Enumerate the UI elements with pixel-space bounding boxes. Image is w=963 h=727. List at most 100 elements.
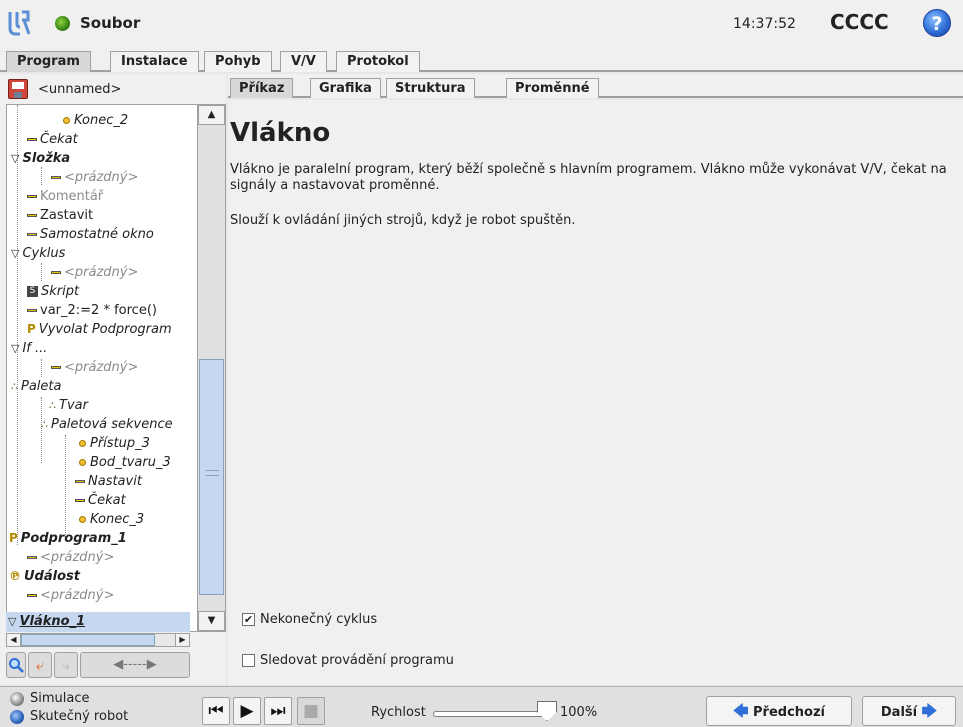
scroll-thumb[interactable] <box>199 359 224 595</box>
tree-item-empty[interactable]: <prázdný> <box>51 263 138 282</box>
waypoint-icon <box>79 440 86 447</box>
bottom-bar: Simulace Skutečný robot ⏮ ▶ ⏭ ■ Rychlost… <box>0 686 963 727</box>
tab-program[interactable]: Program <box>6 51 91 72</box>
command-panel: Vlákno Vlákno je paralelní program, kter… <box>228 100 963 685</box>
tree-item-zastavit[interactable]: Zastavit <box>27 206 93 225</box>
previous-button[interactable]: 🡄 Předchozí <box>706 696 852 726</box>
tree-item-cekat[interactable]: Čekat <box>27 130 78 149</box>
tree-connector <box>17 105 18 545</box>
scroll-up-icon[interactable]: ▲ <box>198 105 225 125</box>
event-icon: ℗ <box>9 569 21 583</box>
pallet-sequence-icon: ∴ <box>41 418 48 431</box>
tree-item-udalost[interactable]: ℗ Událost <box>9 567 80 586</box>
empty-icon <box>27 556 37 559</box>
follow-execution-checkbox[interactable] <box>242 654 255 667</box>
tree-toolbar: ⤶ ⤷ ◀-----▶ <box>6 652 190 680</box>
tree-item-pristup-3[interactable]: Přístup_3 <box>79 434 150 453</box>
next-button[interactable]: Další 🡆 <box>862 696 956 726</box>
mode-simulation[interactable]: Simulace <box>10 690 90 708</box>
undo-icon[interactable]: ⤶ <box>28 652 52 678</box>
save-icon[interactable] <box>8 79 28 99</box>
subprogram-icon: P <box>27 322 36 336</box>
tree-item-paleta[interactable]: ∴ Paleta <box>11 377 61 396</box>
tree-item-konec-2[interactable]: Konec_2 <box>63 111 128 130</box>
loop-collapse-icon: ▽ <box>11 247 20 260</box>
pattern-icon: ∴ <box>49 399 56 412</box>
tree-item-empty[interactable]: <prázdný> <box>51 358 138 377</box>
file-menu[interactable]: Soubor <box>80 14 140 32</box>
tab-move[interactable]: Pohyb <box>204 51 272 72</box>
program-tree[interactable]: Konec_2 Čekat ▽ Složka <prázdný> Komentář… <box>6 104 226 632</box>
real-robot-radio-icon[interactable] <box>10 709 24 724</box>
tree-item-cekat-2[interactable]: Čekat <box>75 491 126 510</box>
search-icon[interactable] <box>6 652 26 678</box>
step-icon[interactable]: ⏭ <box>264 697 292 725</box>
empty-icon <box>27 594 37 597</box>
tree-item-bod-tvaru-3[interactable]: Bod_tvaru_3 <box>79 453 171 472</box>
tree-item-call-subprogram[interactable]: P Vyvolat Podprogram <box>27 320 172 339</box>
tree-connector <box>41 263 42 281</box>
infinite-loop-checkbox-row[interactable]: ✔ Nekonečný cyklus <box>242 610 377 630</box>
tree-item-if[interactable]: ▽ If ... <box>11 339 47 358</box>
tree-item-tvar[interactable]: ∴ Tvar <box>49 396 88 415</box>
program-name: <unnamed> <box>38 82 122 97</box>
arrow-right-icon: 🡆 <box>921 702 938 720</box>
help-icon[interactable]: ? <box>923 9 951 37</box>
empty-icon <box>51 176 61 179</box>
tab-installation[interactable]: Instalace <box>110 51 199 72</box>
set-icon <box>75 480 85 483</box>
if-collapse-icon: ▽ <box>11 342 20 355</box>
popup-icon <box>27 233 37 236</box>
scroll-down-icon[interactable]: ▼ <box>198 611 225 631</box>
infinite-loop-checkbox[interactable]: ✔ <box>242 613 255 626</box>
scroll-right-icon[interactable]: ▶ <box>175 634 189 646</box>
tree-item-slozka[interactable]: ▽ Složka <box>11 149 70 168</box>
tree-item-popup[interactable]: Samostatné okno <box>27 225 154 244</box>
speed-slider-thumb[interactable] <box>537 701 557 721</box>
rewind-icon[interactable]: ⏮ <box>202 697 230 725</box>
tree-item-skript[interactable]: S Skript <box>27 282 79 301</box>
robot-status-icon[interactable] <box>55 16 70 31</box>
tab-structure[interactable]: Struktura <box>386 78 475 98</box>
tree-item-empty[interactable]: <prázdný> <box>27 548 114 567</box>
empty-icon <box>51 271 61 274</box>
speed-label: Rychlost <box>371 705 426 720</box>
tab-graphics[interactable]: Grafika <box>310 78 381 98</box>
speed-slider[interactable] <box>433 711 553 717</box>
follow-execution-checkbox-row[interactable]: Sledovat provádění programu <box>242 651 454 671</box>
simulation-radio-icon[interactable] <box>10 691 24 706</box>
tree-connector <box>41 167 42 185</box>
redo-icon[interactable]: ⤷ <box>54 652 78 678</box>
subprogram-icon: P <box>9 531 18 545</box>
tab-variables[interactable]: Proměnné <box>506 78 599 98</box>
tree-item-komentar[interactable]: Komentář <box>27 187 103 206</box>
tab-log[interactable]: Protokol <box>336 51 420 72</box>
tab-command[interactable]: Příkaz <box>230 78 294 98</box>
horizontal-scroll-thumb[interactable] <box>21 634 155 646</box>
tree-item-nastavit[interactable]: Nastavit <box>75 472 142 491</box>
tree-item-podprogram-1[interactable]: P Podprogram_1 <box>9 529 127 548</box>
tree-item-cyklus[interactable]: ▽ Cyklus <box>11 244 65 263</box>
tab-io[interactable]: V/V <box>280 51 327 72</box>
halt-icon <box>27 214 37 217</box>
play-icon[interactable]: ▶ <box>233 697 261 725</box>
tree-vertical-scrollbar[interactable]: ▲ ▼ <box>197 105 225 631</box>
comment-icon <box>27 195 37 198</box>
title-bar: Soubor 14:37:52 CCCC ? <box>0 0 963 48</box>
tree-item-pallet-sequence[interactable]: ∴ Paletová sekvence <box>41 415 173 434</box>
tree-item-konec-3[interactable]: Konec_3 <box>79 510 144 529</box>
main-tab-bar: Program Instalace Pohyb V/V Protokol <box>0 48 963 72</box>
tree-item-empty[interactable]: <prázdný> <box>27 586 114 605</box>
sub-tab-bar: Příkaz Grafika Struktura Proměnné <box>228 74 963 98</box>
tree-horizontal-scrollbar[interactable]: ◀ ▶ <box>6 633 190 647</box>
tree-item-vlakno-1-selected[interactable]: ▽ Vlákno_1 <box>6 612 190 632</box>
tree-connector <box>41 359 42 377</box>
stop-icon[interactable]: ■ <box>297 697 325 725</box>
tree-item-empty[interactable]: <prázdný> <box>51 168 138 187</box>
waypoint-icon <box>79 459 86 466</box>
move-arrows-icon[interactable]: ◀-----▶ <box>80 652 190 678</box>
scroll-left-icon[interactable]: ◀ <box>7 634 21 646</box>
tree-item-assignment[interactable]: var_2:=2 * force() <box>27 301 157 320</box>
mode-real-robot[interactable]: Skutečný robot <box>10 708 128 726</box>
thread-collapse-icon: ▽ <box>8 615 17 628</box>
